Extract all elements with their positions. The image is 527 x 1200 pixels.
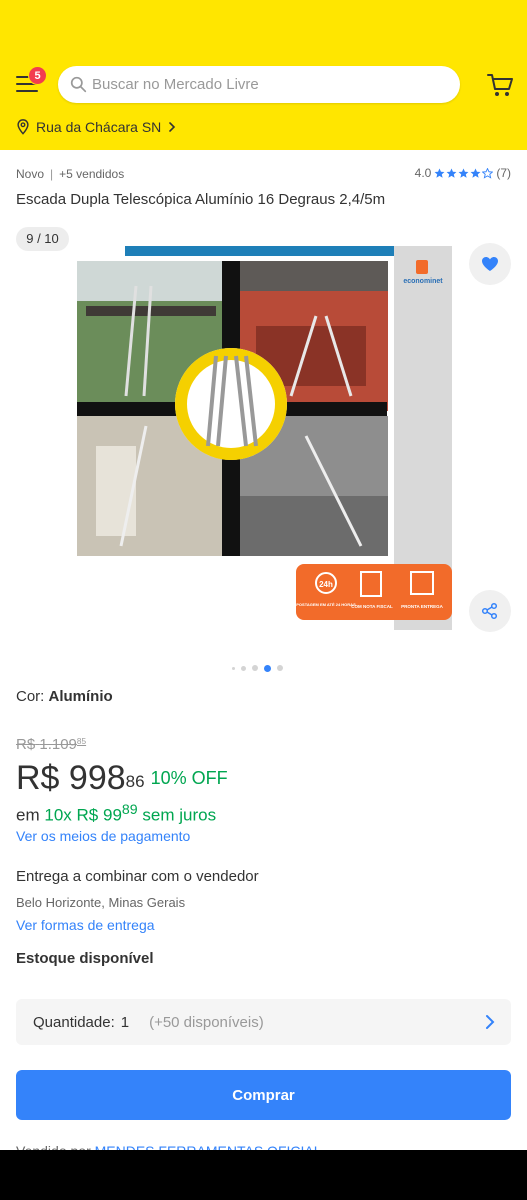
cart-icon[interactable] [486,72,514,98]
installments-suffix: sem juros [142,805,217,825]
delivery-options-link[interactable]: Ver formas de entrega [16,917,155,933]
star-filled-icon [446,168,457,178]
installment-int: 99 [102,805,122,825]
gallery-pagination [232,664,283,672]
currency-symbol: R$ [16,759,60,797]
available-count: (+50 disponíveis) [149,1013,264,1031]
quantity-label: Quantidade: [33,1013,115,1031]
buy-button[interactable]: Comprar [16,1070,511,1120]
favorite-button[interactable] [469,243,511,285]
badge-pronta-entrega: PRONTA ENTREGA [401,604,444,609]
rating-count: (7) [496,166,511,180]
installment-cents: 89 [121,802,138,818]
payment-methods-link[interactable]: Ver os meios de pagamento [16,828,190,844]
rating-stars [434,167,494,179]
price-cents: 86 [125,772,145,791]
system-navigation-bar [0,1150,527,1200]
search-icon [70,76,87,93]
product-image[interactable]: 24h POSTAGEM EM ATÉ 24 HORAS COM NOTA FI… [76,246,452,646]
installment-currency: R$ [76,805,99,825]
original-price: R$ 1.10985 [16,736,86,753]
product-title: Escada Dupla Telescópica Alumínio 16 Deg… [16,191,386,208]
currency-symbol: R$ [16,736,36,753]
installments: em 10x R$ 9989 sem juros [16,799,216,827]
badge-nota-fiscal: COM NOTA FISCAL [351,604,393,609]
pagination-dot[interactable] [241,665,246,671]
star-empty-icon [482,167,494,179]
search-input[interactable] [92,66,442,103]
stock-status: Estoque disponível [16,950,154,967]
installments-prefix: em [16,805,40,825]
econominet-logo: econominet [403,278,443,285]
color-variant: Cor: Alumínio [16,688,113,705]
sold-count: +5 vendidos [59,166,125,181]
rating-value: 4.0 [414,166,432,180]
pagination-dot[interactable] [232,666,235,670]
pagination-dot[interactable] [252,665,258,671]
badge-postagem: POSTAGEM EM ATÉ 24 HORAS [296,602,356,607]
chevron-right-icon [486,1015,495,1029]
star-filled-icon [434,168,445,178]
delivery-title: Entrega a combinar com o vendedor [16,868,259,885]
price-row: R$ 99886 10% OFF [16,758,228,798]
chevron-right-icon [169,122,176,132]
pagination-dot-active[interactable] [264,664,271,672]
badge-24h: 24h [319,580,333,589]
app-header: 5 Rua da Chácara SN [0,0,527,150]
condition-label: Novo [16,166,45,181]
old-price-int: 1.109 [39,736,77,753]
pagination-dot[interactable] [277,665,283,671]
heart-icon [482,257,498,271]
share-button[interactable] [469,590,511,632]
location-pin-icon [17,119,29,135]
installments-count: 10x [44,805,72,825]
star-filled-icon [470,168,481,178]
image-counter: 9 / 10 [16,227,69,251]
search-bar[interactable] [58,66,460,103]
quantity-value: 1 [120,1013,130,1031]
current-price: R$ 99886 [16,758,145,798]
price-int: 998 [68,759,126,797]
discount-badge: 10% OFF [150,768,228,788]
color-label: Cor: [16,688,45,705]
location-text: Rua da Chácara SN [36,119,162,135]
meta-separator: | [50,166,54,181]
share-icon [481,602,498,620]
notification-badge: 5 [28,66,47,85]
color-value: Alumínio [48,688,113,705]
delivery-city: Belo Horizonte, Minas Gerais [16,895,186,910]
old-price-cents: 85 [76,736,87,746]
delivery-location[interactable]: Rua da Chácara SN [16,116,177,138]
quantity-selector[interactable]: Quantidade: 1 (+50 disponíveis) [16,999,511,1045]
rating[interactable]: 4.0 (7) [415,166,511,180]
star-filled-icon [458,168,469,178]
product-meta: Novo | +5 vendidos 4.0 (7) [16,166,511,182]
